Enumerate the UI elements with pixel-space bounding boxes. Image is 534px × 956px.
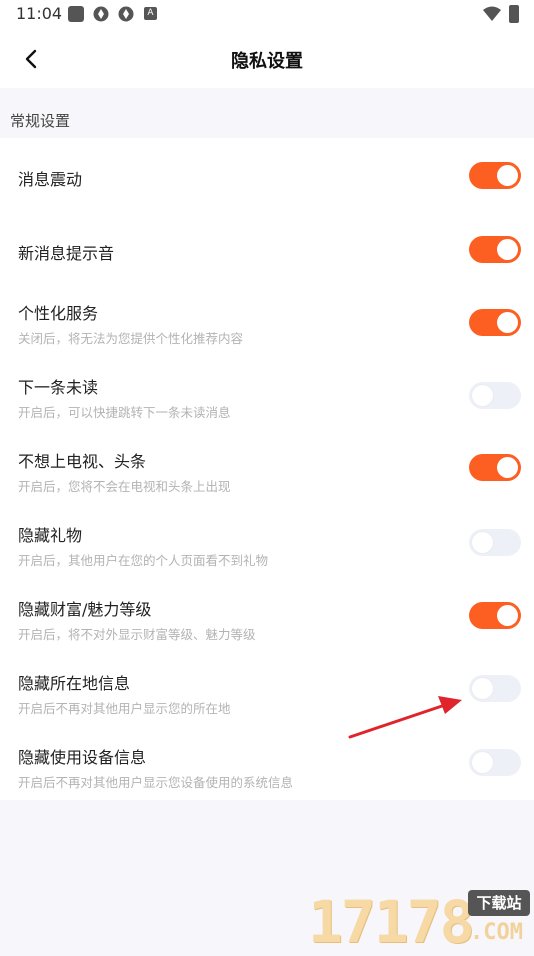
setting-label: 消息震动 bbox=[18, 170, 83, 189]
toggle-knob bbox=[472, 678, 493, 699]
toggle-switch[interactable] bbox=[469, 382, 521, 409]
toggle-switch[interactable] bbox=[469, 309, 521, 336]
setting-row-personalized-service: 个性化服务 关闭后，将无法为您提供个性化推荐内容 bbox=[0, 286, 534, 360]
status-bar: 11:04 A bbox=[0, 0, 534, 30]
toggle-switch[interactable] bbox=[469, 162, 521, 189]
toggle-switch[interactable] bbox=[469, 602, 521, 629]
toggle-knob bbox=[497, 312, 518, 333]
setting-label: 隐藏所在地信息 bbox=[18, 674, 131, 693]
setting-row-hide-wealth-level: 隐藏财富/魅力等级 开启后，将不对外显示财富等级、魅力等级 bbox=[0, 582, 534, 656]
setting-description: 开启后不再对其他用户显示您的所在地 bbox=[18, 701, 231, 716]
status-time: 11:04 bbox=[16, 4, 63, 23]
section-title: 常规设置 bbox=[10, 112, 71, 130]
toggle-knob bbox=[497, 165, 518, 186]
setting-description: 开启后，您将不会在电视和头条上出现 bbox=[18, 479, 231, 494]
setting-label: 隐藏财富/魅力等级 bbox=[18, 600, 152, 619]
toggle-knob bbox=[497, 457, 518, 478]
setting-description: 关闭后，将无法为您提供个性化推荐内容 bbox=[18, 331, 244, 346]
setting-row-tv-headlines: 不想上电视、头条 开启后，您将不会在电视和头条上出现 bbox=[0, 434, 534, 508]
settings-list: 消息震动 新消息提示音 个性化服务 关闭后，将无法为您提供个性化推荐内容 下一条… bbox=[0, 138, 534, 800]
toggle-switch[interactable] bbox=[469, 529, 521, 556]
setting-row-message-vibration: 消息震动 bbox=[0, 138, 534, 212]
setting-description: 开启后，将不对外显示财富等级、魅力等级 bbox=[18, 627, 256, 642]
setting-row-new-message-sound: 新消息提示音 bbox=[0, 212, 534, 286]
toggle-knob bbox=[472, 752, 493, 773]
toggle-switch[interactable] bbox=[469, 236, 521, 263]
watermark-logo: 17178 下载站 .COM bbox=[308, 886, 534, 956]
setting-row-hide-device: 隐藏使用设备信息 开启后不再对其他用户显示您设备使用的系统信息 bbox=[0, 730, 534, 804]
toggle-knob bbox=[472, 532, 493, 553]
watermark-digits: 17178 bbox=[308, 888, 475, 956]
watermark-domain: .COM bbox=[470, 920, 523, 945]
setting-description: 开启后，可以快捷跳转下一条未读消息 bbox=[18, 405, 231, 420]
notification-square-icon bbox=[68, 6, 84, 22]
setting-label: 个性化服务 bbox=[18, 304, 99, 323]
header-bar: 隐私设置 bbox=[0, 30, 534, 88]
setting-row-next-unread: 下一条未读 开启后，可以快捷跳转下一条未读消息 bbox=[0, 360, 534, 434]
setting-label: 隐藏使用设备信息 bbox=[18, 748, 147, 767]
toggle-switch[interactable] bbox=[469, 675, 521, 702]
toggle-switch[interactable] bbox=[469, 749, 521, 776]
setting-description: 开启后，其他用户在您的个人页面看不到礼物 bbox=[18, 553, 269, 568]
toggle-knob bbox=[497, 239, 518, 260]
watermark-badge: 下载站 bbox=[468, 890, 530, 916]
wifi-icon bbox=[483, 6, 501, 21]
toggle-knob bbox=[497, 605, 518, 626]
setting-description: 开启后不再对其他用户显示您设备使用的系统信息 bbox=[18, 775, 294, 790]
page-title: 隐私设置 bbox=[231, 51, 303, 72]
setting-label: 新消息提示音 bbox=[18, 244, 115, 263]
battery-icon bbox=[509, 5, 519, 23]
setting-label: 隐藏礼物 bbox=[18, 526, 83, 545]
toggle-knob bbox=[472, 385, 493, 406]
notification-a-icon: A bbox=[144, 7, 157, 20]
notification-aperture-icon bbox=[93, 6, 109, 22]
setting-label: 不想上电视、头条 bbox=[18, 452, 147, 471]
notification-aperture-icon bbox=[118, 6, 134, 22]
toggle-switch[interactable] bbox=[469, 454, 521, 481]
setting-row-hide-gifts: 隐藏礼物 开启后，其他用户在您的个人页面看不到礼物 bbox=[0, 508, 534, 582]
setting-row-hide-location: 隐藏所在地信息 开启后不再对其他用户显示您的所在地 bbox=[0, 656, 534, 730]
setting-label: 下一条未读 bbox=[18, 378, 99, 397]
